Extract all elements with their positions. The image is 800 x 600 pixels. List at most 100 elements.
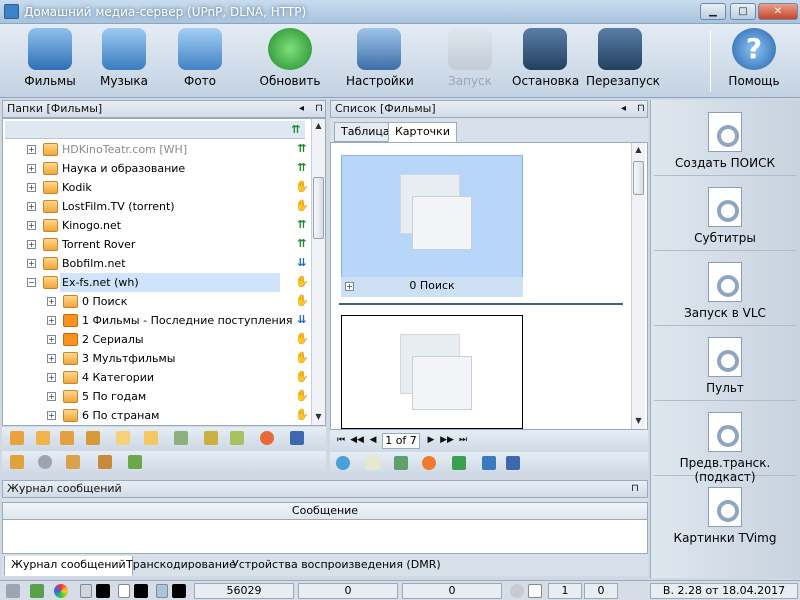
recycle-icon[interactable]: [128, 455, 142, 469]
sort-down-icon[interactable]: [482, 456, 496, 470]
pin-icon[interactable]: ⊓: [637, 101, 645, 117]
subtitles-button[interactable]: Субтитры: [654, 181, 796, 251]
folder-check-icon[interactable]: [230, 431, 244, 445]
remote-button[interactable]: Пульт: [654, 331, 796, 401]
people-icon[interactable]: [98, 455, 112, 469]
expand-icon[interactable]: +: [47, 297, 56, 306]
tree-row[interactable]: + Наука и образование ⇈: [3, 159, 311, 178]
photo-button[interactable]: Фото: [170, 28, 230, 94]
save-icon[interactable]: [506, 456, 520, 470]
expand-icon[interactable]: +: [47, 335, 56, 344]
chrome-icon[interactable]: [54, 584, 68, 598]
image-refresh-icon[interactable]: [394, 456, 408, 470]
next-page-icon[interactable]: ▶: [424, 433, 438, 447]
expand-icon[interactable]: +: [27, 221, 36, 230]
checkbox-icon[interactable]: [528, 584, 542, 598]
tab-cards[interactable]: Карточки: [388, 122, 457, 142]
scroll-thumb[interactable]: [633, 161, 644, 195]
card-search[interactable]: [341, 155, 523, 293]
new-folder-icon[interactable]: [36, 431, 50, 445]
expand-icon[interactable]: +: [27, 240, 36, 249]
mail-icon[interactable]: [116, 431, 130, 445]
pin-icon[interactable]: ⊓: [315, 101, 323, 117]
expand-icon[interactable]: +: [47, 411, 56, 420]
tree-row[interactable]: + 5 По годам ✋: [3, 387, 311, 406]
tree-row[interactable]: + Kinogo.net ⇈: [3, 216, 311, 235]
tab-dmr-devices[interactable]: Устройства воспроизведения (DMR): [226, 556, 447, 576]
card-films[interactable]: [341, 315, 523, 429]
settings-button[interactable]: Настройки: [346, 28, 414, 94]
scroll-down-icon[interactable]: ▼: [632, 414, 645, 428]
tab-transcoding[interactable]: Транскодирование: [120, 556, 242, 576]
expand-icon[interactable]: +: [27, 164, 36, 173]
tree-row[interactable]: + LostFilm.TV (torrent) ✋: [3, 197, 311, 216]
tree-row[interactable]: + 4 Категории ✋: [3, 368, 311, 387]
expand-icon[interactable]: +: [47, 373, 56, 382]
open-folder-icon[interactable]: [10, 455, 24, 469]
scroll-up-icon[interactable]: ▲: [632, 143, 645, 157]
scroll-thumb[interactable]: [313, 177, 324, 239]
first-page-icon[interactable]: ⏮: [334, 433, 348, 447]
stop-button[interactable]: Остановка: [512, 28, 579, 94]
expand-icon[interactable]: +: [47, 354, 56, 363]
tree-row[interactable]: + Torrent Rover ⇈: [3, 235, 311, 254]
films-button[interactable]: Фильмы: [20, 28, 80, 94]
prev-page-icon[interactable]: ◀: [366, 433, 380, 447]
expand-icon[interactable]: +: [47, 316, 56, 325]
restart-button[interactable]: Перезапуск: [586, 28, 660, 94]
tab-message-log[interactable]: Журнал сообщений: [4, 556, 133, 576]
expand-icon[interactable]: +: [27, 183, 36, 192]
pane-arrow-icon[interactable]: ◂: [621, 101, 626, 117]
folder-sync-icon[interactable]: [204, 431, 218, 445]
weather-icon[interactable]: [144, 431, 158, 445]
tools-icon[interactable]: [66, 455, 80, 469]
help-button[interactable]: ? Помощь: [726, 28, 782, 94]
expand-icon[interactable]: +: [47, 392, 56, 401]
gear-icon[interactable]: [38, 455, 52, 469]
tree-row-selected[interactable]: − Ex-fs.net (wh) ✋: [3, 273, 311, 292]
prev-fast-icon[interactable]: ◀◀: [350, 433, 364, 447]
expand-icon[interactable]: +: [345, 282, 354, 291]
scroll-up-icon[interactable]: ▲: [312, 119, 325, 133]
burst-icon[interactable]: [422, 456, 436, 470]
tree-row[interactable]: + Kodik ✋: [3, 178, 311, 197]
tree-row[interactable]: + HDKinoTeatr.com [WH] ⇈: [3, 140, 311, 159]
tree-row[interactable]: + 0 Поиск ✋: [3, 292, 311, 311]
pane-arrow-icon[interactable]: ◂: [299, 101, 304, 117]
close-button[interactable]: ✕: [758, 3, 798, 20]
grid-icon[interactable]: [174, 431, 188, 445]
maximize-button[interactable]: □: [730, 3, 756, 20]
tree-row[interactable]: + Bobfilm.net ⇊: [3, 254, 311, 273]
scroll-down-icon[interactable]: ▼: [312, 410, 325, 424]
minimize-button[interactable]: ▁: [700, 3, 726, 20]
last-page-icon[interactable]: ⏭: [456, 433, 470, 447]
next-fast-icon[interactable]: ▶▶: [440, 433, 454, 447]
sort-up-icon[interactable]: [452, 456, 466, 470]
log-column-header[interactable]: Сообщение: [2, 502, 648, 520]
network-icon[interactable]: [30, 584, 44, 598]
launch-vlc-button[interactable]: Запуск в VLC: [654, 256, 796, 326]
refresh-button[interactable]: Обновить: [258, 28, 322, 94]
tree-row[interactable]: + 6 По странам ✋: [3, 406, 311, 425]
lifebuoy-icon[interactable]: [260, 431, 274, 445]
edit-folder-icon[interactable]: [60, 431, 74, 445]
tree-scrollbar[interactable]: ▲ ▼: [311, 119, 325, 425]
sort-arrow-icon[interactable]: ⇈: [289, 123, 303, 137]
pre-transcode-button[interactable]: Предв.транск.(подкаст): [654, 406, 796, 484]
create-search-button[interactable]: Создать ПОИСК: [654, 106, 796, 176]
tree-row[interactable]: + 1 Фильмы - Последние поступления ⇊: [3, 311, 311, 330]
expand-icon[interactable]: +: [27, 259, 36, 268]
tvimg-button[interactable]: Картинки TVimg: [654, 481, 796, 551]
cards-scrollbar[interactable]: ▲ ▼: [631, 143, 645, 429]
move-folder-icon[interactable]: [86, 431, 100, 445]
tree-row[interactable]: + 3 Мультфильмы ✋: [3, 349, 311, 368]
start-button[interactable]: Запуск: [440, 28, 500, 94]
edit-note-icon[interactable]: [366, 456, 380, 470]
expand-icon[interactable]: +: [27, 202, 36, 211]
pin-icon[interactable]: ⊓: [631, 481, 639, 497]
globe-add-icon[interactable]: [336, 456, 350, 470]
collapse-icon[interactable]: −: [27, 278, 36, 287]
save-icon[interactable]: [290, 431, 304, 445]
tree-row[interactable]: + 2 Сериалы ✋: [3, 330, 311, 349]
add-folder-icon[interactable]: [10, 431, 24, 445]
